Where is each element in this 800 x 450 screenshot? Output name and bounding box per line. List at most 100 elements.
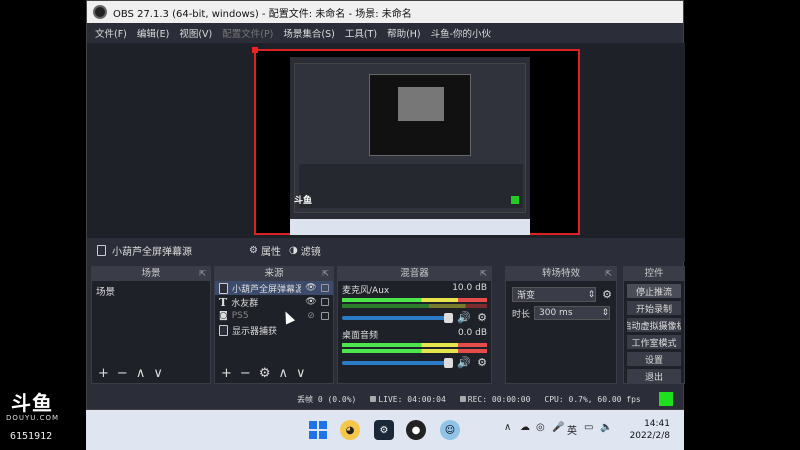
speaker-icon[interactable]: 🔊 [457,356,471,369]
input-language[interactable]: 英 [567,422,577,437]
scenes-dock: 场景 ⇱ 场景 + − ∧ ∨ [91,266,211,384]
live-time: LIVE: 04:00:04 [378,394,446,404]
volume-slider[interactable] [342,312,454,323]
transition-select[interactable]: 渐变 ⇕ [512,287,597,302]
slider-knob[interactable] [444,357,454,368]
exit-button[interactable]: 退出 [627,369,681,383]
duck-app-icon[interactable]: ◕ [340,420,360,440]
move-down-icon[interactable]: ∨ [296,366,306,381]
menu-douyu[interactable]: 斗鱼-你的小伙 [431,26,491,40]
track-name: 桌面音频 [342,331,379,341]
mixer-track: 麦克风/Aux 10.0 dB 🔊 ⚙ [338,281,491,326]
source-name: 小葫芦全屏弹幕源 [232,284,301,295]
gear-icon[interactable]: ⚙ [477,311,487,324]
controls-dock-title: 控件 [624,267,684,281]
app-tray-icon[interactable]: ◎ [536,422,545,433]
source-row[interactable]: 小葫芦全屏弹幕源 👁 [215,281,333,295]
duration-input[interactable]: 300 ms ⇕ [534,306,610,320]
move-down-icon[interactable]: ∨ [153,366,163,381]
scene-item[interactable]: 场景 [92,281,210,301]
transitions-dock-title: 转场特效 ⇱ [506,267,616,281]
chevron-up-icon[interactable]: ∧ [504,422,511,433]
stop-streaming-button[interactable]: 停止推流 [627,284,681,298]
duration-value: 300 ms [539,308,573,318]
preview-area: 斗鱼 [87,43,685,238]
remove-scene-icon[interactable]: − [117,366,128,381]
menu-tools[interactable]: 工具(T) [345,26,377,40]
lock-icon[interactable] [321,312,329,320]
controls-title: 控件 [644,268,664,279]
mixer-dock: 混音器 ⇱ 麦克风/Aux 10.0 dB 🔊 ⚙ 桌面音频 0.0 dB 🔊 … [337,266,492,384]
eye-icon[interactable]: 👁 [305,283,317,293]
add-source-icon[interactable]: + [221,366,232,381]
move-up-icon[interactable]: ∧ [136,366,146,381]
sources-footer: + − ⚙ ∧ ∨ [215,363,333,383]
dock-float-icon[interactable]: ⇱ [199,267,206,281]
dock-float-icon[interactable]: ⇱ [322,267,329,281]
menu-view[interactable]: 视图(V) [179,26,212,40]
dock-float-icon[interactable]: ⇱ [605,267,612,281]
menu-profile[interactable]: 配置文件(P) [222,26,273,40]
transitions-dock: 转场特效 ⇱ 渐变 ⇕ ⚙ 时长 300 ms ⇕ [505,266,617,384]
speaker-icon[interactable]: 🔊 [457,311,471,324]
resize-handle[interactable] [252,47,258,53]
studio-mode-button[interactable]: 工作室模式 [627,335,681,349]
eye-icon[interactable]: 👁 [305,297,317,307]
nested-preview [369,74,471,156]
microphone-icon[interactable]: 🎤 [552,422,564,433]
source-row[interactable]: 显示器捕获 [215,323,333,337]
room-id: 6151912 [10,431,53,442]
volume-slider[interactable] [342,357,454,368]
filters-button[interactable]: ◑ 滤镜 [289,243,321,258]
source-row[interactable]: ◙ PS5 ⊘ [215,309,333,325]
network-icon[interactable]: ▭ [584,422,593,433]
nested-docks [299,164,523,208]
windows-start-icon[interactable] [308,420,328,440]
volume-meter [342,343,487,347]
virtual-camera-button[interactable]: 启动虚拟摄像机 [627,318,681,332]
avatar-app-icon[interactable]: ☺ [440,420,460,440]
menu-scene-collection[interactable]: 场景集合(S) [283,26,334,40]
dock-float-icon[interactable]: ⇱ [480,267,487,281]
monitor-icon [219,324,228,336]
menu-edit[interactable]: 编辑(E) [137,26,169,40]
preview-canvas[interactable]: 斗鱼 [252,47,580,235]
scenes-footer: + − ∧ ∨ [92,363,210,383]
add-scene-icon[interactable]: + [98,366,109,381]
clock-time: 14:41 [644,419,670,429]
screen: 斗鱼 DOUYU.COM 6151912 OBS 27.1.3 (64-bit,… [0,0,800,450]
slider-knob[interactable] [444,312,454,323]
start-recording-button[interactable]: 开始录制 [627,301,681,315]
steam-icon[interactable]: ⚙ [374,420,394,440]
volume-meter [342,349,487,353]
duration-row: 时长 300 ms ⇕ [506,302,616,324]
gear-icon[interactable]: ⚙ [602,288,612,301]
remove-source-icon[interactable]: − [240,366,251,381]
gear-icon[interactable]: ⚙ [477,356,487,369]
sources-title: 来源 [264,268,284,279]
eye-hidden-icon[interactable]: ⊘ [305,311,317,321]
settings-button[interactable]: 设置 [627,352,681,366]
properties-button[interactable]: ⚙ 属性 [249,243,281,258]
source-settings-icon[interactable]: ⚙ [259,366,271,381]
menu-help[interactable]: 帮助(H) [387,26,421,40]
move-up-icon[interactable]: ∧ [278,366,288,381]
volume-meter [342,298,487,302]
douyu-logo-text: 斗鱼 [11,391,53,415]
nested-status-indicator [511,196,519,204]
menu-file[interactable]: 文件(F) [95,26,127,40]
sources-dock-title: 来源 ⇱ [215,267,333,281]
obs-taskbar-icon[interactable]: ● [406,420,426,440]
nested-obs-window [294,63,526,213]
nested-taskbar [290,219,530,235]
lock-icon[interactable] [321,298,329,306]
transitions-title: 转场特效 [541,268,580,279]
cloud-icon[interactable]: ☁ [520,422,530,433]
taskbar-clock[interactable]: 14:41 2022/2/8 [630,418,670,442]
volume-icon[interactable]: 🔈 [600,422,612,433]
lock-icon[interactable] [321,284,329,292]
source-row[interactable]: T 水友群 👁 [215,295,333,309]
live-status: LIVE: 04:00:04 [370,394,446,404]
rec-time: REC: 00:00:00 [467,394,531,404]
window-title: OBS 27.1.3 (64-bit, windows) - 配置文件: 未命名… [113,8,412,20]
